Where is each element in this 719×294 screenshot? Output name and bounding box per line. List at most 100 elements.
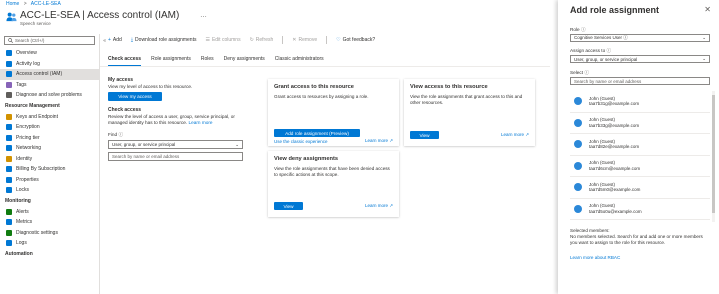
view-my-access-button[interactable]: View my access (108, 92, 162, 101)
menu-search-placeholder: Search (Ctrl+/) (15, 38, 45, 43)
activity-log-icon (6, 60, 12, 67)
assign-access-select[interactable]: User, group, or service principal ⌄ (570, 55, 710, 63)
nav-section-resource-management: Resource Management (5, 103, 60, 109)
avatar (574, 183, 582, 192)
breadcrumb-home[interactable]: Home (6, 1, 19, 7)
tab-check-access[interactable]: Check access (108, 56, 142, 66)
breadcrumb-resource[interactable]: ACC-LE-SEA (31, 1, 61, 7)
sidebar-item-label: Access control (IAM) (16, 71, 63, 78)
grant-learn-more-label: Learn more (364, 138, 388, 143)
member-search-input[interactable]: Search by name or email address (570, 77, 710, 85)
check-access-heading: Check access (108, 107, 142, 113)
deny-learn-more-link[interactable]: Learn more ↗ (365, 203, 393, 209)
list-item[interactable]: John (Guest) taa7d82e@example.com (570, 134, 710, 156)
grant-access-description: Grant access to resources by assigning a… (274, 94, 369, 99)
sidebar-item-activity-log[interactable]: Activity log (0, 59, 99, 70)
avatar (574, 97, 582, 106)
deny-assignments-description: View the role assignments that have been… (274, 166, 390, 177)
use-classic-experience-link[interactable]: Use the classic experience (274, 139, 328, 144)
sidebar-item-networking[interactable]: Networking (0, 143, 99, 154)
role-select[interactable]: Cognitive Services User ⓘ ⌄ (570, 34, 710, 42)
sidebar-item-overview[interactable]: Overview (0, 48, 99, 59)
tab-classic-administrators[interactable]: Classic administrators (275, 56, 324, 66)
sidebar-item-diagnostic-settings[interactable]: Diagnostic settings (0, 228, 99, 239)
sidebar-item-pricing-tier[interactable]: Pricing tier (0, 133, 99, 144)
tab-role-assignments[interactable]: Role assignments (151, 56, 191, 66)
sidebar-item-locks[interactable]: Locks (0, 185, 99, 196)
avatar (574, 118, 582, 127)
member-text: John (Guest) taa7b31g@example.com (589, 96, 639, 107)
close-icon: ✕ (292, 37, 297, 43)
menu-search-input[interactable]: Search (Ctrl+/) « (4, 36, 106, 45)
sidebar-item-encryption[interactable]: Encryption (0, 122, 99, 133)
sidebar-item-label: Identity (16, 155, 33, 162)
member-search-placeholder: Search by name or email address (574, 78, 642, 84)
sidebar-item-alerts[interactable]: Alerts (0, 207, 99, 218)
sidebar-item-label: Diagnose and solve problems (16, 92, 82, 99)
close-icon[interactable]: ✕ (704, 5, 711, 14)
find-search-input[interactable]: Search by name or email address (108, 152, 243, 161)
tab-roles[interactable]: Roles (201, 56, 214, 66)
role-label-text: Role (570, 27, 580, 32)
metrics-icon (6, 219, 12, 226)
learn-more-rbac-link[interactable]: Learn more about RBAC (570, 255, 620, 260)
command-bar: + Add ⤓ Download role assignments ☰ Edit co… (108, 36, 384, 44)
list-item[interactable]: John (Guest) taa7b31g@example.com (570, 91, 710, 113)
member-email: taa7d5m0@example.com (589, 187, 641, 193)
list-item[interactable]: John (Guest) taa7b33g@example.com (570, 113, 710, 134)
select-label: Select ⓘ (570, 70, 589, 76)
my-access-description: View my level of access to this resource… (108, 84, 193, 89)
sidebar-item-label: Billing By Subscription (16, 166, 66, 173)
tags-icon (6, 81, 12, 88)
sidebar-item-access-control-iam[interactable]: Access control (IAM) (0, 69, 99, 80)
sidebar-item-billing-by-subscription[interactable]: Billing By Subscription (0, 164, 99, 175)
more-options-icon[interactable]: … (200, 12, 207, 19)
identity-icon (6, 155, 12, 162)
info-icon: ⓘ (606, 48, 612, 53)
select-label-text: Select (570, 70, 584, 75)
refresh-button[interactable]: ↻ Refresh (250, 37, 274, 43)
edit-columns-button[interactable]: ☰ Edit columns (205, 37, 240, 43)
check-access-learn-more-link[interactable]: Learn more (189, 120, 213, 125)
grant-access-learn-more-link[interactable]: Learn more ↗ (365, 138, 393, 144)
member-text: John (Guest) taa7d5m0@example.com (589, 182, 640, 193)
find-principal-type-select[interactable]: User, group, or service principal ⌄ (108, 140, 243, 149)
deny-assignments-title: View deny assignments (274, 156, 339, 162)
sidebar-item-label: Locks (16, 187, 30, 194)
remove-button[interactable]: ✕ Remove (292, 37, 317, 43)
properties-icon (6, 176, 12, 183)
chevron-down-icon: ⌄ (702, 35, 706, 40)
view-access-button[interactable]: View (410, 131, 439, 139)
view-deny-assignments-button[interactable]: View (274, 202, 303, 210)
sidebar-item-label: Encryption (16, 124, 40, 131)
billing-by-subscription-icon (6, 166, 12, 173)
view-access-description: View the role assignments that grant acc… (410, 94, 523, 105)
sidebar-item-diagnose-and-solve-problems[interactable]: Diagnose and solve problems (0, 90, 99, 101)
my-access-heading: My access (108, 77, 134, 83)
list-item[interactable]: John (Guest) taa7d5m0@example.com (570, 177, 710, 199)
sidebar-item-identity[interactable]: Identity (0, 154, 99, 165)
diagnose-and-solve-problems-icon (6, 92, 12, 99)
resource-menu: Search (Ctrl+/) « Overview Activity log Ac… (0, 34, 106, 294)
sidebar-item-tags[interactable]: Tags (0, 80, 99, 91)
sidebar-item-metrics[interactable]: Metrics (0, 217, 99, 228)
sidebar-item-properties[interactable]: Properties (0, 175, 99, 186)
plus-icon: + (108, 37, 111, 43)
feedback-label: Got feedback? (342, 37, 376, 43)
list-item[interactable]: John (Guest) taa7d6cm@example.com (570, 156, 710, 177)
sidebar-item-logs[interactable]: Logs (0, 238, 99, 249)
page-header: ACC-LE-SEA | Access control (IAM) Speech… (6, 10, 179, 26)
member-list-scrollbar[interactable] (712, 91, 715, 222)
feedback-button[interactable]: ♡ Got feedback? (336, 37, 375, 43)
view-access-learn-more-link[interactable]: Learn more ↗ (501, 132, 529, 138)
add-button[interactable]: + Add (108, 37, 122, 43)
external-link-icon: ↗ (389, 138, 393, 143)
scrollbar-thumb[interactable] (712, 95, 715, 213)
sidebar-item-label: Tags (16, 81, 27, 88)
list-item[interactable]: John (Guest) taa7d5o0u@example.com (570, 199, 710, 220)
sidebar-item-keys-and-endpoint[interactable]: Keys and Endpoint (0, 112, 99, 123)
add-role-assignment-button[interactable]: Add role assignment (Preview) (274, 129, 360, 137)
download-role-assignments-button[interactable]: ⤓ Download role assignments (131, 37, 197, 43)
tab-deny-assignments[interactable]: Deny assignments (224, 56, 265, 66)
collapse-menu-icon[interactable]: « (103, 38, 106, 44)
